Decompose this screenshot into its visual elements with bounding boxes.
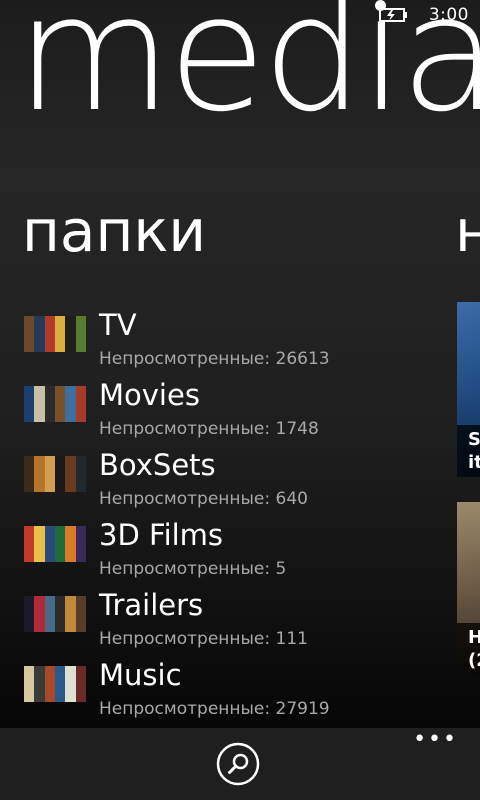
app-bar: ••• (0, 728, 480, 800)
peek-tile-caption: S it (457, 425, 480, 477)
folder-thumbnail (24, 316, 86, 352)
folder-unwatched-count: Непросмотренные: 26613 (99, 349, 330, 369)
more-options-button[interactable]: ••• (413, 729, 458, 751)
thumbnail-tile (44, 596, 56, 632)
thumbnail-tile (44, 526, 56, 562)
folder-unwatched-count: Непросмотренные: 1748 (99, 419, 319, 439)
folder-name: BoxSets (99, 448, 216, 482)
folder-thumbnail (24, 386, 86, 422)
thumbnail-tile (44, 666, 56, 702)
folder-list: TV Непросмотренные: 26613 Movies Непросм… (24, 308, 444, 730)
folder-thumbnail (24, 666, 86, 702)
thumbnail-tile (75, 526, 86, 562)
panorama-title: media (16, 0, 480, 147)
peek-tile-caption: H (2 (457, 623, 480, 675)
thumbnail-tile (75, 596, 86, 632)
folder-name: Trailers (99, 588, 204, 622)
thumbnail-tile (44, 386, 56, 422)
folder-item-trailers[interactable]: Trailers Непросмотренные: 111 (24, 588, 444, 660)
folder-thumbnail (24, 456, 86, 492)
folder-name: TV (99, 308, 137, 342)
folder-thumbnail (24, 596, 86, 632)
thumbnail-tile (75, 386, 86, 422)
folder-unwatched-count: Непросмотренные: 640 (99, 489, 308, 509)
folder-unwatched-count: Непросмотренные: 5 (99, 559, 287, 579)
folder-item-tv[interactable]: TV Непросмотренные: 26613 (24, 308, 444, 380)
folder-thumbnail (24, 526, 86, 562)
folder-name: Music (99, 658, 182, 692)
folder-item-boxsets[interactable]: BoxSets Непросмотренные: 640 (24, 448, 444, 520)
thumbnail-tile (75, 456, 86, 492)
peek-tile-next-up-2[interactable]: H (2 (457, 502, 480, 675)
folder-unwatched-count: Непросмотренные: 111 (99, 629, 308, 649)
search-icon[interactable] (216, 742, 260, 786)
folder-name: Movies (99, 378, 200, 412)
section-header-folders[interactable]: папки (22, 202, 206, 260)
thumbnail-tile (44, 316, 56, 352)
folder-item-music[interactable]: Music Непросмотренные: 27919 (24, 658, 444, 730)
next-section-header-peek[interactable]: н (455, 202, 480, 260)
folder-name: 3D Films (99, 518, 224, 552)
thumbnail-tile (75, 666, 86, 702)
thumbnail-tile (44, 456, 56, 492)
thumbnail-tile (75, 316, 86, 352)
folder-item-movies[interactable]: Movies Непросмотренные: 1748 (24, 378, 444, 450)
folder-unwatched-count: Непросмотренные: 27919 (99, 699, 330, 719)
peek-tile-next-up-1[interactable]: S it (457, 302, 480, 477)
folder-item-3d-films[interactable]: 3D Films Непросмотренные: 5 (24, 518, 444, 590)
screen: 3:00 media папки н TV Непросмотренные: 2… (0, 0, 480, 800)
